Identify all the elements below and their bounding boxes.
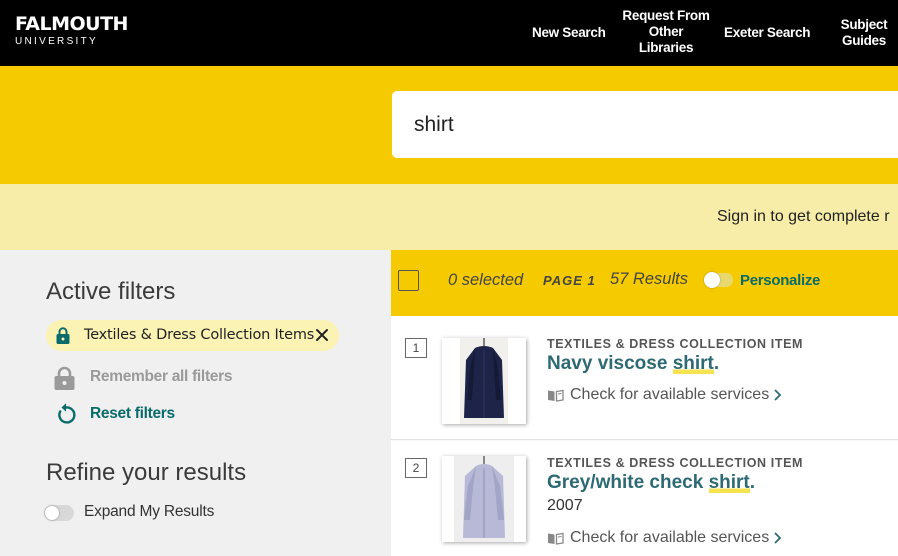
filter-panel: Active filters Textiles & Dress Collecti…: [0, 250, 391, 556]
nav-request-other-libraries[interactable]: Request From Other Libraries: [622, 8, 710, 56]
result-number: 2: [405, 458, 427, 478]
book-icon: [548, 532, 564, 545]
result-title-link[interactable]: Grey/white check shirt.: [547, 472, 755, 494]
result-title-suffix: .: [749, 472, 756, 493]
nav-new-search[interactable]: New Search: [532, 25, 606, 41]
page-indicator: PAGE 1: [543, 273, 596, 288]
lock-icon: [54, 366, 75, 390]
active-filter-chip: Textiles & Dress Collection Items: [46, 320, 339, 351]
result-title-text: Navy viscose: [547, 353, 673, 374]
remember-filters-label: Remember all filters: [90, 368, 233, 385]
refine-results-heading: Refine your results: [46, 459, 247, 486]
result-thumbnail[interactable]: [442, 338, 526, 424]
result-item: 1 TEXTILES & DRESS COLLECTION ITEM Navy …: [391, 316, 898, 440]
result-title-suffix: .: [713, 353, 720, 374]
nav-exeter-search[interactable]: Exeter Search: [724, 25, 810, 41]
garment-image: [454, 456, 514, 542]
result-thumbnail[interactable]: [442, 456, 526, 542]
expand-results-label: Expand My Results: [84, 503, 215, 520]
search-band: [0, 66, 898, 184]
results-count: 57 Results: [610, 270, 688, 288]
result-title-text: Grey/white check: [547, 472, 709, 493]
active-filters-heading: Active filters: [46, 278, 176, 305]
personalize-toggle[interactable]: [704, 272, 733, 288]
chevron-right-icon: [774, 389, 782, 401]
availability-label: Check for available services: [570, 386, 770, 403]
logo-main-text: FALMOUTH: [15, 13, 128, 35]
lock-icon[interactable]: [56, 327, 70, 344]
nav-request-line3: Libraries: [638, 40, 694, 55]
select-all-checkbox[interactable]: [398, 270, 419, 291]
result-number: 1: [405, 338, 427, 358]
nav-request-line2: Other: [648, 24, 684, 39]
toggle-knob: [45, 506, 59, 520]
search-input[interactable]: [392, 91, 898, 158]
reset-icon: [58, 403, 76, 424]
garment-image: [460, 338, 508, 424]
result-title-highlight: shirt: [672, 353, 714, 374]
nav-subject-line2: Guides: [842, 33, 886, 48]
expand-results-toggle[interactable]: [44, 505, 74, 521]
signin-banner: Sign in to get complete r: [0, 184, 898, 250]
result-item: 2 TEXTILES & DRESS COLLECTION ITEM Grey/…: [391, 441, 898, 556]
result-title-link[interactable]: Navy viscose shirt.: [547, 353, 719, 375]
active-filter-label: Textiles & Dress Collection Items: [84, 327, 315, 343]
chevron-right-icon: [774, 532, 782, 544]
nav-subject-guides[interactable]: Subject Guides: [836, 17, 892, 49]
book-icon: [548, 389, 564, 402]
result-type: TEXTILES & DRESS COLLECTION ITEM: [547, 456, 804, 470]
nav-subject-line1: Subject: [840, 17, 888, 32]
result-type: TEXTILES & DRESS COLLECTION ITEM: [547, 337, 804, 351]
nav-request-line1: Request From: [622, 8, 710, 23]
toggle-knob: [704, 272, 720, 288]
result-title-highlight: shirt: [708, 472, 750, 493]
logo-sub-text: UNIVERSITY: [15, 36, 99, 47]
personalize-label[interactable]: Personalize: [740, 272, 820, 289]
top-header: FALMOUTH UNIVERSITY New Search Request F…: [0, 0, 898, 66]
close-icon[interactable]: [314, 327, 330, 343]
result-date: 2007: [547, 497, 583, 514]
results-toolbar: 0 selected PAGE 1 57 Results Personalize: [391, 250, 898, 316]
signin-banner-text[interactable]: Sign in to get complete r: [717, 208, 890, 226]
availability-label: Check for available services: [570, 529, 770, 546]
selected-count: 0 selected: [448, 271, 524, 289]
falmouth-logo[interactable]: FALMOUTH UNIVERSITY: [15, 13, 128, 47]
reset-filters-label: Reset filters: [90, 405, 175, 422]
